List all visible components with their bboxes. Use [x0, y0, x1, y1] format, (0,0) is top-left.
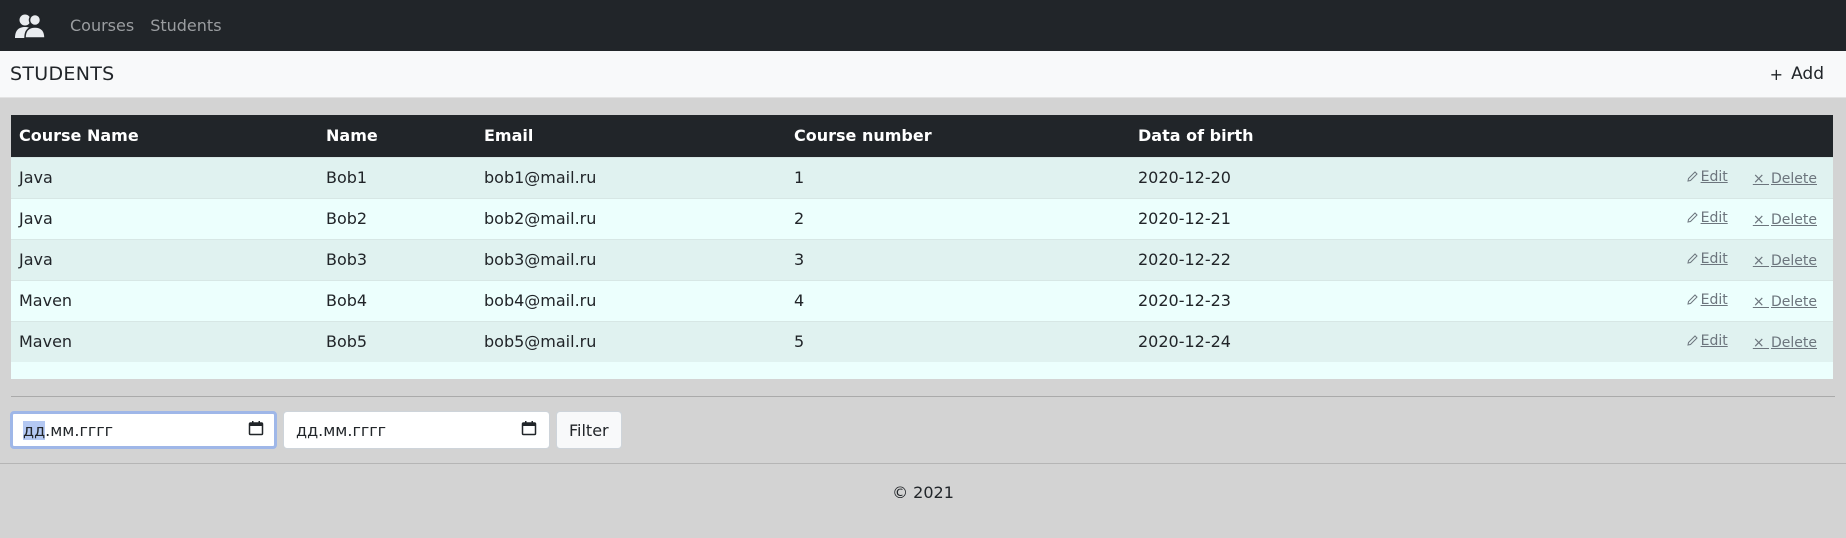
cell-course-name: Maven [19, 332, 73, 352]
edit-label: Edit [1700, 209, 1728, 226]
cell-actions: Edit × Delete [1431, 280, 1833, 321]
cell-email: bob4@mail.ru [484, 291, 597, 310]
cell-date-of-birth: 2020-12-23 [1138, 291, 1231, 310]
table-row: Java Bob1 bob1@mail.ru 1 2020-12-20 Edit… [11, 157, 1833, 198]
edit-label: Edit [1700, 250, 1728, 267]
delete-label: Delete [1771, 335, 1817, 352]
cell-actions: Edit × Delete [1431, 198, 1833, 239]
edit-label: Edit [1700, 332, 1728, 349]
cell-actions: Edit × Delete [1431, 321, 1833, 362]
footer-copyright: © 2021 [892, 483, 954, 502]
close-icon: × [1752, 253, 1769, 269]
date-to-input[interactable]: дд.мм.гггг [283, 411, 550, 449]
cell-date-of-birth: 2020-12-21 [1138, 209, 1231, 228]
cell-course-number: 5 [794, 332, 805, 352]
students-table-container: Course Name Name Email Course number Dat… [11, 115, 1833, 379]
date-from-input[interactable]: дд.мм.гггг [10, 411, 277, 449]
table-row: Java Bob3 bob3@mail.ru 3 2020-12-22 Edit… [11, 239, 1833, 280]
edit-label: Edit [1700, 168, 1728, 185]
table-row: Java Bob2 bob2@mail.ru 2 2020-12-21 Edit… [11, 198, 1833, 239]
top-navbar: Courses Students [0, 0, 1846, 51]
delete-label: Delete [1771, 212, 1817, 228]
cell-actions: Edit × Delete [1431, 157, 1833, 198]
page-title: STUDENTS [10, 63, 115, 85]
cell-course-number: 4 [794, 291, 805, 310]
column-header-date-of-birth: Data of birth [1138, 126, 1254, 146]
close-icon: × [1752, 294, 1769, 310]
edit-label: Edit [1700, 291, 1728, 308]
table-row: Maven Bob5 bob5@mail.ru 5 2020-12-24 Edi… [11, 321, 1833, 362]
cell-actions: Edit × Delete [1431, 239, 1833, 280]
edit-button[interactable]: Edit [1686, 251, 1728, 267]
date-to-placeholder: дд.мм.гггг [296, 420, 387, 440]
column-header-course-number: Course number [794, 126, 932, 146]
table-header-row: Course Name Name Email Course number Dat… [11, 115, 1833, 157]
close-icon: × [1752, 171, 1769, 187]
calendar-icon[interactable] [521, 420, 537, 440]
nav-link-students[interactable]: Students [150, 16, 221, 35]
table-row: Maven Bob4 bob4@mail.ru 4 2020-12-23 Edi… [11, 280, 1833, 321]
column-header-name: Name [326, 126, 378, 146]
add-button[interactable]: + Add [1770, 64, 1824, 84]
delete-button[interactable]: × Delete [1753, 335, 1817, 351]
cell-course-number: 1 [794, 168, 805, 187]
cell-email: bob3@mail.ru [484, 250, 597, 269]
cell-name: Bob3 [326, 250, 368, 269]
column-header-actions [1431, 115, 1833, 157]
cell-course-name: Maven [19, 291, 73, 310]
delete-label: Delete [1771, 253, 1817, 269]
cell-course-number: 2 [794, 209, 805, 228]
add-button-label: Add [1791, 64, 1824, 84]
calendar-icon[interactable] [248, 420, 264, 440]
cell-name: Bob4 [326, 291, 368, 310]
delete-label: Delete [1771, 294, 1817, 310]
section-divider [11, 396, 1835, 397]
column-header-email: Email [484, 126, 534, 146]
cell-name: Bob2 [326, 209, 368, 228]
cell-course-number: 3 [794, 250, 805, 269]
cell-email: bob2@mail.ru [484, 209, 597, 228]
delete-button[interactable]: × Delete [1753, 212, 1817, 228]
delete-button[interactable]: × Delete [1753, 171, 1817, 187]
pencil-icon [1686, 334, 1699, 347]
pencil-icon [1686, 252, 1699, 265]
delete-button[interactable]: × Delete [1753, 294, 1817, 310]
page-header: STUDENTS + Add [0, 51, 1846, 98]
close-icon: × [1752, 335, 1769, 352]
delete-button[interactable]: × Delete [1753, 253, 1817, 269]
delete-label: Delete [1771, 171, 1817, 187]
date-from-placeholder: дд.мм.гггг [23, 420, 114, 440]
students-table: Course Name Name Email Course number Dat… [11, 115, 1833, 362]
edit-button[interactable]: Edit [1686, 210, 1728, 226]
pencil-icon [1686, 211, 1699, 224]
cell-date-of-birth: 2020-12-22 [1138, 250, 1231, 269]
cell-email: bob5@mail.ru [484, 332, 597, 352]
cell-date-of-birth: 2020-12-20 [1138, 168, 1231, 187]
filter-button[interactable]: Filter [556, 411, 622, 449]
close-icon: × [1752, 212, 1769, 228]
date-filter-bar: дд.мм.гггг дд.мм.гггг Filter [10, 411, 1846, 449]
edit-button[interactable]: Edit [1686, 292, 1728, 308]
column-header-course-name: Course Name [19, 126, 139, 146]
cell-course-name: Java [19, 168, 53, 187]
nav-link-courses[interactable]: Courses [70, 16, 134, 35]
cell-email: bob1@mail.ru [484, 168, 597, 187]
cell-course-name: Java [19, 250, 53, 269]
pencil-icon [1686, 170, 1699, 183]
plus-icon: + [1769, 64, 1784, 84]
cell-course-name: Java [19, 209, 53, 228]
cell-name: Bob1 [326, 168, 368, 187]
footer-divider [0, 463, 1846, 464]
pencil-icon [1686, 293, 1699, 306]
cell-date-of-birth: 2020-12-24 [1138, 332, 1231, 352]
edit-button[interactable]: Edit [1686, 333, 1728, 349]
users-icon[interactable] [14, 11, 46, 41]
edit-button[interactable]: Edit [1686, 169, 1728, 185]
cell-name: Bob5 [326, 332, 368, 352]
